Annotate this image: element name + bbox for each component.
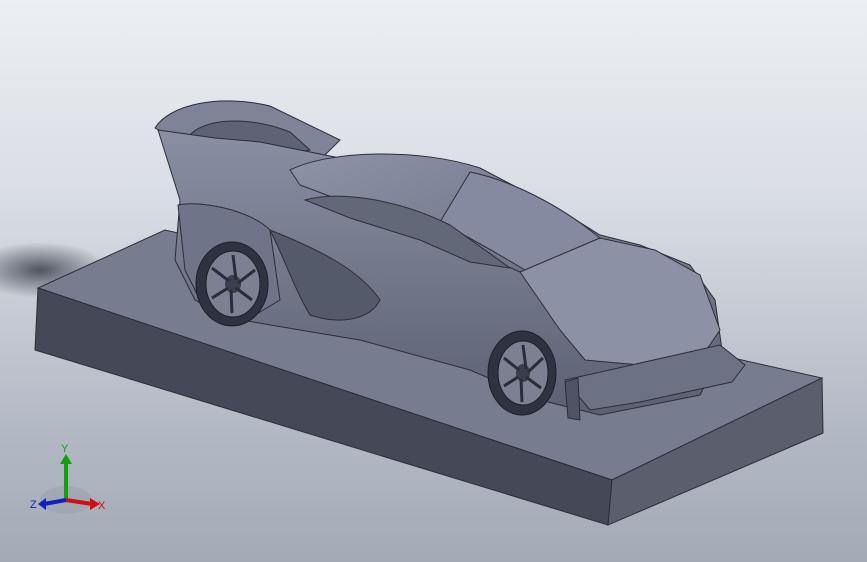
triad-y-label: Y (61, 443, 69, 455)
rear-wheel (195, 241, 269, 327)
orientation-triad: Y X Z (30, 443, 106, 514)
front-wheel (487, 330, 557, 416)
front-fin (564, 377, 581, 421)
graphics-viewport[interactable]: Y X Z (0, 0, 867, 562)
triad-x-label: X (98, 500, 106, 512)
triad-z-label: Z (30, 499, 37, 511)
car-model-on-base[interactable] (0, 0, 867, 562)
